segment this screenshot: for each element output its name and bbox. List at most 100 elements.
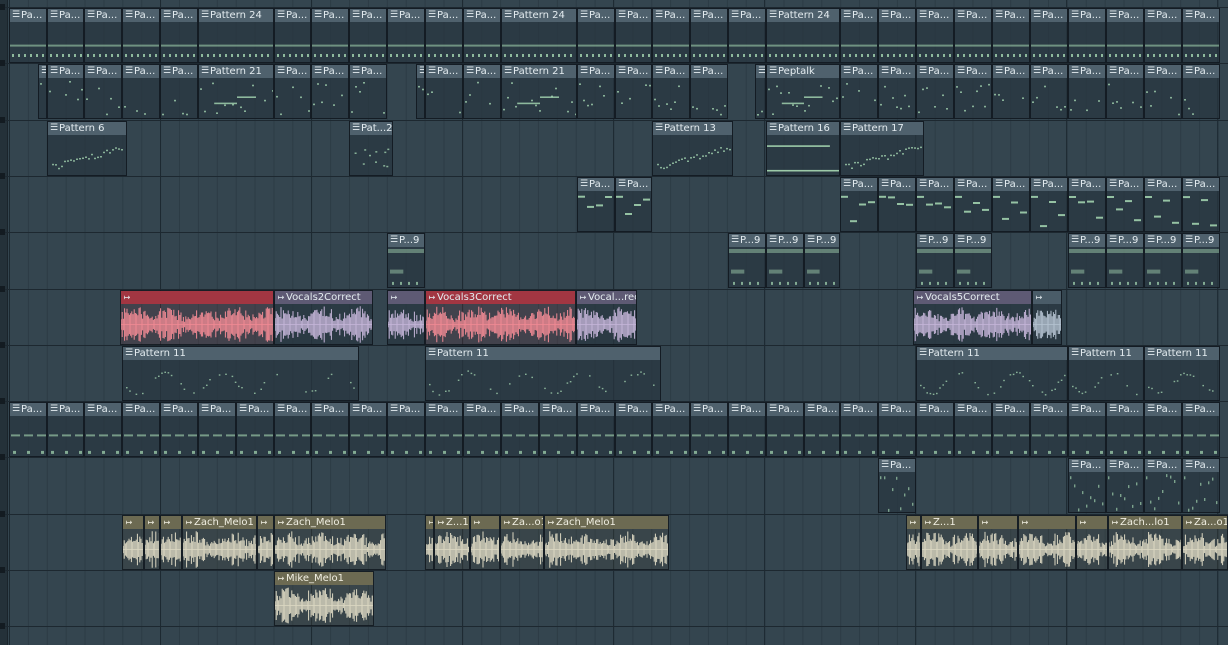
clip-header[interactable]: ☰Pa... [993, 178, 1029, 191]
clip-header[interactable]: ☰Pa... [540, 403, 576, 416]
clip-header[interactable]: ☰Pa... [312, 65, 348, 78]
pattern-clip[interactable]: ☰Pattern 24 [198, 8, 274, 63]
clip-header[interactable]: ↦ Z...1 [922, 516, 977, 529]
pattern-clip[interactable]: ☰Pa... [1068, 458, 1106, 513]
pattern-clip[interactable]: ☰Pa... [160, 8, 198, 63]
pattern-clip[interactable]: ☰Pa... [122, 8, 160, 63]
pattern-clip[interactable]: ☰Pa... [122, 402, 160, 457]
clip-header[interactable]: ☰Pattern 11 [917, 347, 1067, 360]
clip-header[interactable]: ☰P...9 [1069, 234, 1105, 247]
pattern-clip[interactable]: ☰Pa... [1182, 458, 1220, 513]
pattern-clip[interactable]: ☰Pa... [954, 8, 992, 63]
pattern-clip[interactable]: ☰Pa... [954, 64, 992, 119]
pattern-clip[interactable]: ☰Pa... [652, 402, 690, 457]
clip-header[interactable]: ☰P...9 [1145, 234, 1181, 247]
pattern-clip[interactable]: ☰Pa... [728, 402, 766, 457]
clip-header[interactable]: ↦ Mike_Melo1 [275, 572, 373, 585]
pattern-clip[interactable]: ☰Pa... [47, 64, 84, 119]
clip-header[interactable]: ↦ [471, 516, 499, 529]
clip-header[interactable]: ☰Pa... [917, 65, 953, 78]
clip-header[interactable]: ☰Pat...2 [350, 122, 392, 135]
clip-header[interactable]: ☰Pa... [1031, 9, 1067, 22]
clip-header[interactable]: ↦ [145, 516, 159, 529]
clip-header[interactable]: ☰Pa... [464, 65, 500, 78]
clip-header[interactable]: ☰Pa... [616, 9, 651, 22]
clip-header[interactable]: ↦ [907, 516, 920, 529]
pattern-clip[interactable]: ☰Pa... [840, 402, 878, 457]
audio-clip[interactable]: ↦ [425, 515, 434, 570]
clip-header[interactable]: ☰Pa... [350, 403, 386, 416]
audio-clip[interactable]: ↦ [387, 290, 425, 345]
pattern-clip[interactable]: ☰Pattern 21 [198, 64, 274, 119]
pattern-clip[interactable]: ☰Pattern 17 [840, 121, 924, 176]
clip-header[interactable]: ☰Pa... [917, 403, 953, 416]
clip-header[interactable]: ☰Pa... [85, 403, 121, 416]
pattern-clip[interactable]: ☰Pa... [84, 64, 122, 119]
clip-header[interactable]: ☰Pa... [879, 65, 915, 78]
audio-clip[interactable]: ↦ Vocals5Correct [913, 290, 1032, 345]
clip-header[interactable]: ☰Pa... [123, 403, 159, 416]
audio-clip[interactable]: ↦ [122, 515, 144, 570]
pattern-clip[interactable]: ☰Pa... [992, 8, 1030, 63]
pattern-clip[interactable]: ☰P...9 [1144, 233, 1182, 288]
clip-header[interactable]: ☰Pattern 11 [426, 347, 660, 360]
pattern-clip[interactable]: ☰Pa... [615, 402, 652, 457]
clip-header[interactable]: ↦ [123, 516, 143, 529]
clip-header[interactable]: ☰P...9 [917, 234, 953, 247]
clip-header[interactable]: ☰Pa... [841, 65, 877, 78]
clip-header[interactable]: ☰Pa... [10, 403, 46, 416]
audio-clip[interactable]: ↦Za...o1 [1182, 515, 1228, 570]
pattern-clip[interactable]: ☰Pattern 21 [501, 64, 577, 119]
pattern-clip[interactable]: ☰Pa... [1144, 64, 1182, 119]
clip-header[interactable]: ☰P...9 [388, 234, 424, 247]
pattern-clip[interactable]: ☰Pa... [1144, 402, 1182, 457]
clip-header[interactable]: ☰Pa... [1183, 65, 1219, 78]
pattern-clip[interactable]: ☰Pattern 6 [47, 121, 127, 176]
pattern-clip[interactable]: ☰P...9 [728, 233, 766, 288]
pattern-clip[interactable]: ☰Pa... [1144, 458, 1182, 513]
pattern-clip[interactable]: ☰Pa... [916, 8, 954, 63]
audio-clip[interactable]: ↦ [144, 515, 160, 570]
clip-header[interactable]: ☰Peptalk [767, 65, 839, 78]
clip-header[interactable]: ☰Pa... [993, 403, 1029, 416]
pattern-clip[interactable]: ☰Pa... [652, 64, 690, 119]
pattern-clip[interactable]: ☰Pa... [311, 64, 349, 119]
clip-header[interactable]: ☰Pa... [312, 403, 348, 416]
clip-header[interactable]: ☰Pa... [123, 9, 159, 22]
pattern-clip[interactable]: ☰Pattern 13 [652, 121, 733, 176]
audio-clip[interactable]: ↦ Z...1 [434, 515, 470, 570]
clip-header[interactable]: ☰Pa... [1031, 178, 1067, 191]
clip-header[interactable]: ☰Pa... [388, 403, 424, 416]
pattern-clip[interactable]: ☰Pa... [840, 177, 878, 232]
pattern-clip[interactable]: ☰Pa... [916, 177, 954, 232]
clip-header[interactable]: ☰Pa... [578, 9, 614, 22]
audio-clip[interactable]: ↦ Zach...lo1 [1108, 515, 1182, 570]
clip-header[interactable]: ☰Pattern 24 [199, 9, 273, 22]
clip-header[interactable]: ☰Pattern 13 [653, 122, 732, 135]
pattern-clip[interactable]: ☰Pa... [387, 8, 425, 63]
clip-header[interactable]: ↦ [1033, 291, 1061, 304]
pattern-clip[interactable]: ☰Pattern 11 [122, 346, 359, 401]
clip-header[interactable]: ☰Pa... [237, 403, 273, 416]
pattern-clip[interactable]: ☰Pa... [463, 64, 501, 119]
clip-header[interactable]: ☰Pa... [1183, 403, 1219, 416]
pattern-clip[interactable]: ☰Pa... [577, 402, 615, 457]
pattern-clip[interactable]: ☰Pa... [878, 64, 916, 119]
clip-header[interactable]: ☰Pattern 21 [199, 65, 273, 78]
pattern-clip[interactable]: ☰P...9 [804, 233, 840, 288]
clip-header[interactable]: ☰Pa... [955, 9, 991, 22]
pattern-clip[interactable]: ☰Pa... [878, 458, 916, 513]
pattern-clip[interactable]: ☰Pa... [916, 402, 954, 457]
pattern-clip[interactable]: ☰Pa... [1182, 8, 1220, 63]
clip-header[interactable]: ☰Pa... [1183, 9, 1219, 22]
clip-header[interactable]: ↦Za...o1 [1183, 516, 1227, 529]
clip-header[interactable]: ☰Pa... [841, 178, 877, 191]
clip-header[interactable]: ☰Pa... [1107, 65, 1143, 78]
clip-header[interactable]: ☰Pa... [1069, 9, 1105, 22]
pattern-clip[interactable]: ☰Pa... [728, 8, 766, 63]
audio-clip[interactable]: ↦ [1076, 515, 1108, 570]
clip-header[interactable]: ☰Pa... [653, 403, 689, 416]
pattern-clip[interactable]: ☰Pa... [992, 64, 1030, 119]
clip-header[interactable]: ☰Pa... [275, 403, 310, 416]
pattern-clip[interactable]: ☰Pa... [1068, 402, 1106, 457]
